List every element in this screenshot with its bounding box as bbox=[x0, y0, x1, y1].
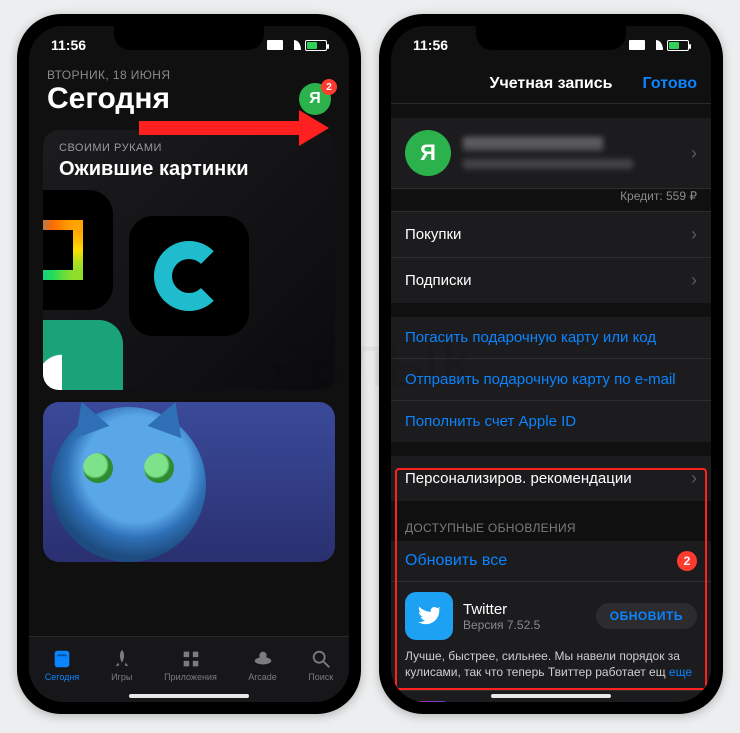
row-label: Подписки bbox=[405, 272, 472, 289]
account-name-redacted bbox=[463, 137, 603, 151]
cellular-icon bbox=[629, 40, 645, 50]
tab-label: Игры bbox=[111, 672, 132, 682]
apps-icon bbox=[180, 648, 202, 670]
notch bbox=[476, 26, 626, 50]
card-caption: СВОИМИ РУКАМИ bbox=[59, 142, 162, 154]
row-label: Пополнить счет Apple ID bbox=[405, 413, 576, 430]
send-gift-row[interactable]: Отправить подарочную карту по e-mail bbox=[391, 359, 711, 401]
app-version: Версия 7.52.5 bbox=[463, 618, 586, 632]
today-title: Сегодня bbox=[47, 82, 170, 116]
tab-arcade[interactable]: Arcade bbox=[248, 648, 277, 682]
chevron-right-icon: › bbox=[691, 468, 697, 489]
left-screen: 11:56 Вторник, 18 Июня Сегодня Я 2 СВОИМ… bbox=[29, 26, 349, 702]
avatar-badge: 2 bbox=[321, 79, 337, 95]
right-phone-frame: 11:56 Учетная запись Готово Я › bbox=[379, 14, 723, 714]
app-description: Лучше, быстрее, сильнее. Мы навели поряд… bbox=[405, 648, 697, 680]
notch bbox=[114, 26, 264, 50]
tab-games[interactable]: Игры bbox=[111, 648, 133, 682]
row-label: Отправить подарочную карту по e-mail bbox=[405, 371, 676, 388]
add-funds-row[interactable]: Пополнить счет Apple ID bbox=[391, 401, 711, 442]
arcade-icon bbox=[252, 648, 274, 670]
chevron-right-icon: › bbox=[691, 270, 697, 291]
row-label: Покупки bbox=[405, 226, 461, 243]
twitter-app-icon bbox=[405, 592, 453, 640]
app-tile-icon bbox=[43, 190, 113, 310]
battery-icon bbox=[667, 40, 689, 51]
annotation-arrow bbox=[139, 114, 329, 142]
avatar-initial: Я bbox=[309, 90, 321, 108]
redeem-row[interactable]: Погасить подарочную карту или код bbox=[391, 317, 711, 359]
cellular-icon bbox=[267, 40, 283, 50]
home-indicator[interactable] bbox=[491, 694, 611, 698]
chevron-right-icon: › bbox=[691, 224, 697, 245]
featured-card-2[interactable] bbox=[43, 402, 335, 562]
personalized-row[interactable]: Персонализиров. рекомендации › bbox=[391, 456, 711, 501]
rocket-icon bbox=[111, 648, 133, 670]
account-section: Я › Кредит: 559 ₽ bbox=[391, 118, 711, 212]
nav-title: Учетная запись bbox=[490, 75, 613, 93]
search-icon bbox=[310, 648, 332, 670]
subscriptions-row[interactable]: Подписки › bbox=[391, 258, 711, 303]
status-time: 11:56 bbox=[51, 37, 86, 53]
wifi-icon bbox=[649, 40, 663, 50]
avatar-initial: Я bbox=[420, 140, 436, 166]
account-avatar: Я bbox=[405, 130, 451, 176]
row-label: Персонализиров. рекомендации bbox=[405, 470, 632, 487]
purchases-row[interactable]: Покупки › bbox=[391, 212, 711, 258]
row-label: Погасить подарочную карту или код bbox=[405, 329, 656, 346]
right-screen: 11:56 Учетная запись Готово Я › bbox=[391, 26, 711, 702]
today-icon bbox=[51, 648, 73, 670]
battery-icon bbox=[305, 40, 327, 51]
today-date: Вторник, 18 Июня bbox=[47, 68, 331, 82]
home-indicator[interactable] bbox=[129, 694, 249, 698]
tab-label: Поиск bbox=[308, 672, 333, 682]
update-count-badge: 2 bbox=[677, 551, 697, 571]
credit-row: Кредит: 559 ₽ bbox=[391, 189, 711, 212]
update-all-label: Обновить все bbox=[405, 552, 507, 570]
cat-character-icon bbox=[51, 407, 206, 562]
twitter-bird-icon bbox=[415, 602, 443, 630]
featured-card-1[interactable]: СВОИМИ РУКАМИ Ожившие картинки bbox=[43, 130, 335, 390]
status-time: 11:56 bbox=[413, 37, 448, 53]
updates-section: Обновить все 2 Twitter Версия 7.52.5 ОБН… bbox=[391, 541, 711, 702]
account-email-redacted bbox=[463, 159, 633, 169]
update-all-row[interactable]: Обновить все 2 bbox=[391, 541, 711, 582]
app-name: Twitter bbox=[463, 601, 586, 618]
more-link[interactable]: еще bbox=[669, 665, 692, 679]
app-tile-icon bbox=[43, 320, 123, 390]
account-row[interactable]: Я › bbox=[391, 118, 711, 189]
tab-today[interactable]: Сегодня bbox=[45, 648, 80, 682]
navigation-bar: Учетная запись Готово bbox=[391, 64, 711, 104]
tab-label: Arcade bbox=[248, 672, 277, 682]
instagram-app-icon bbox=[405, 701, 453, 702]
app-update-row: Twitter Версия 7.52.5 ОБНОВИТЬ Лучше, бы… bbox=[391, 582, 711, 691]
updates-header: Доступные обновления bbox=[391, 515, 711, 541]
tab-search[interactable]: Поиск bbox=[308, 648, 333, 682]
card-title: Ожившие картинки bbox=[59, 158, 249, 181]
wifi-icon bbox=[287, 40, 301, 50]
tab-label: Приложения bbox=[164, 672, 217, 682]
credit-label: Кредит: 559 ₽ bbox=[620, 189, 697, 203]
tab-apps[interactable]: Приложения bbox=[164, 648, 217, 682]
left-phone-frame: 11:56 Вторник, 18 Июня Сегодня Я 2 СВОИМ… bbox=[17, 14, 361, 714]
update-button[interactable]: ОБНОВИТЬ bbox=[596, 603, 697, 629]
chevron-right-icon: › bbox=[691, 143, 697, 164]
tab-label: Сегодня bbox=[45, 672, 80, 682]
done-button[interactable]: Готово bbox=[643, 75, 697, 93]
tab-bar: Сегодня Игры Приложения Arcade Поиск bbox=[29, 636, 349, 702]
app-tile-icon bbox=[129, 216, 249, 336]
